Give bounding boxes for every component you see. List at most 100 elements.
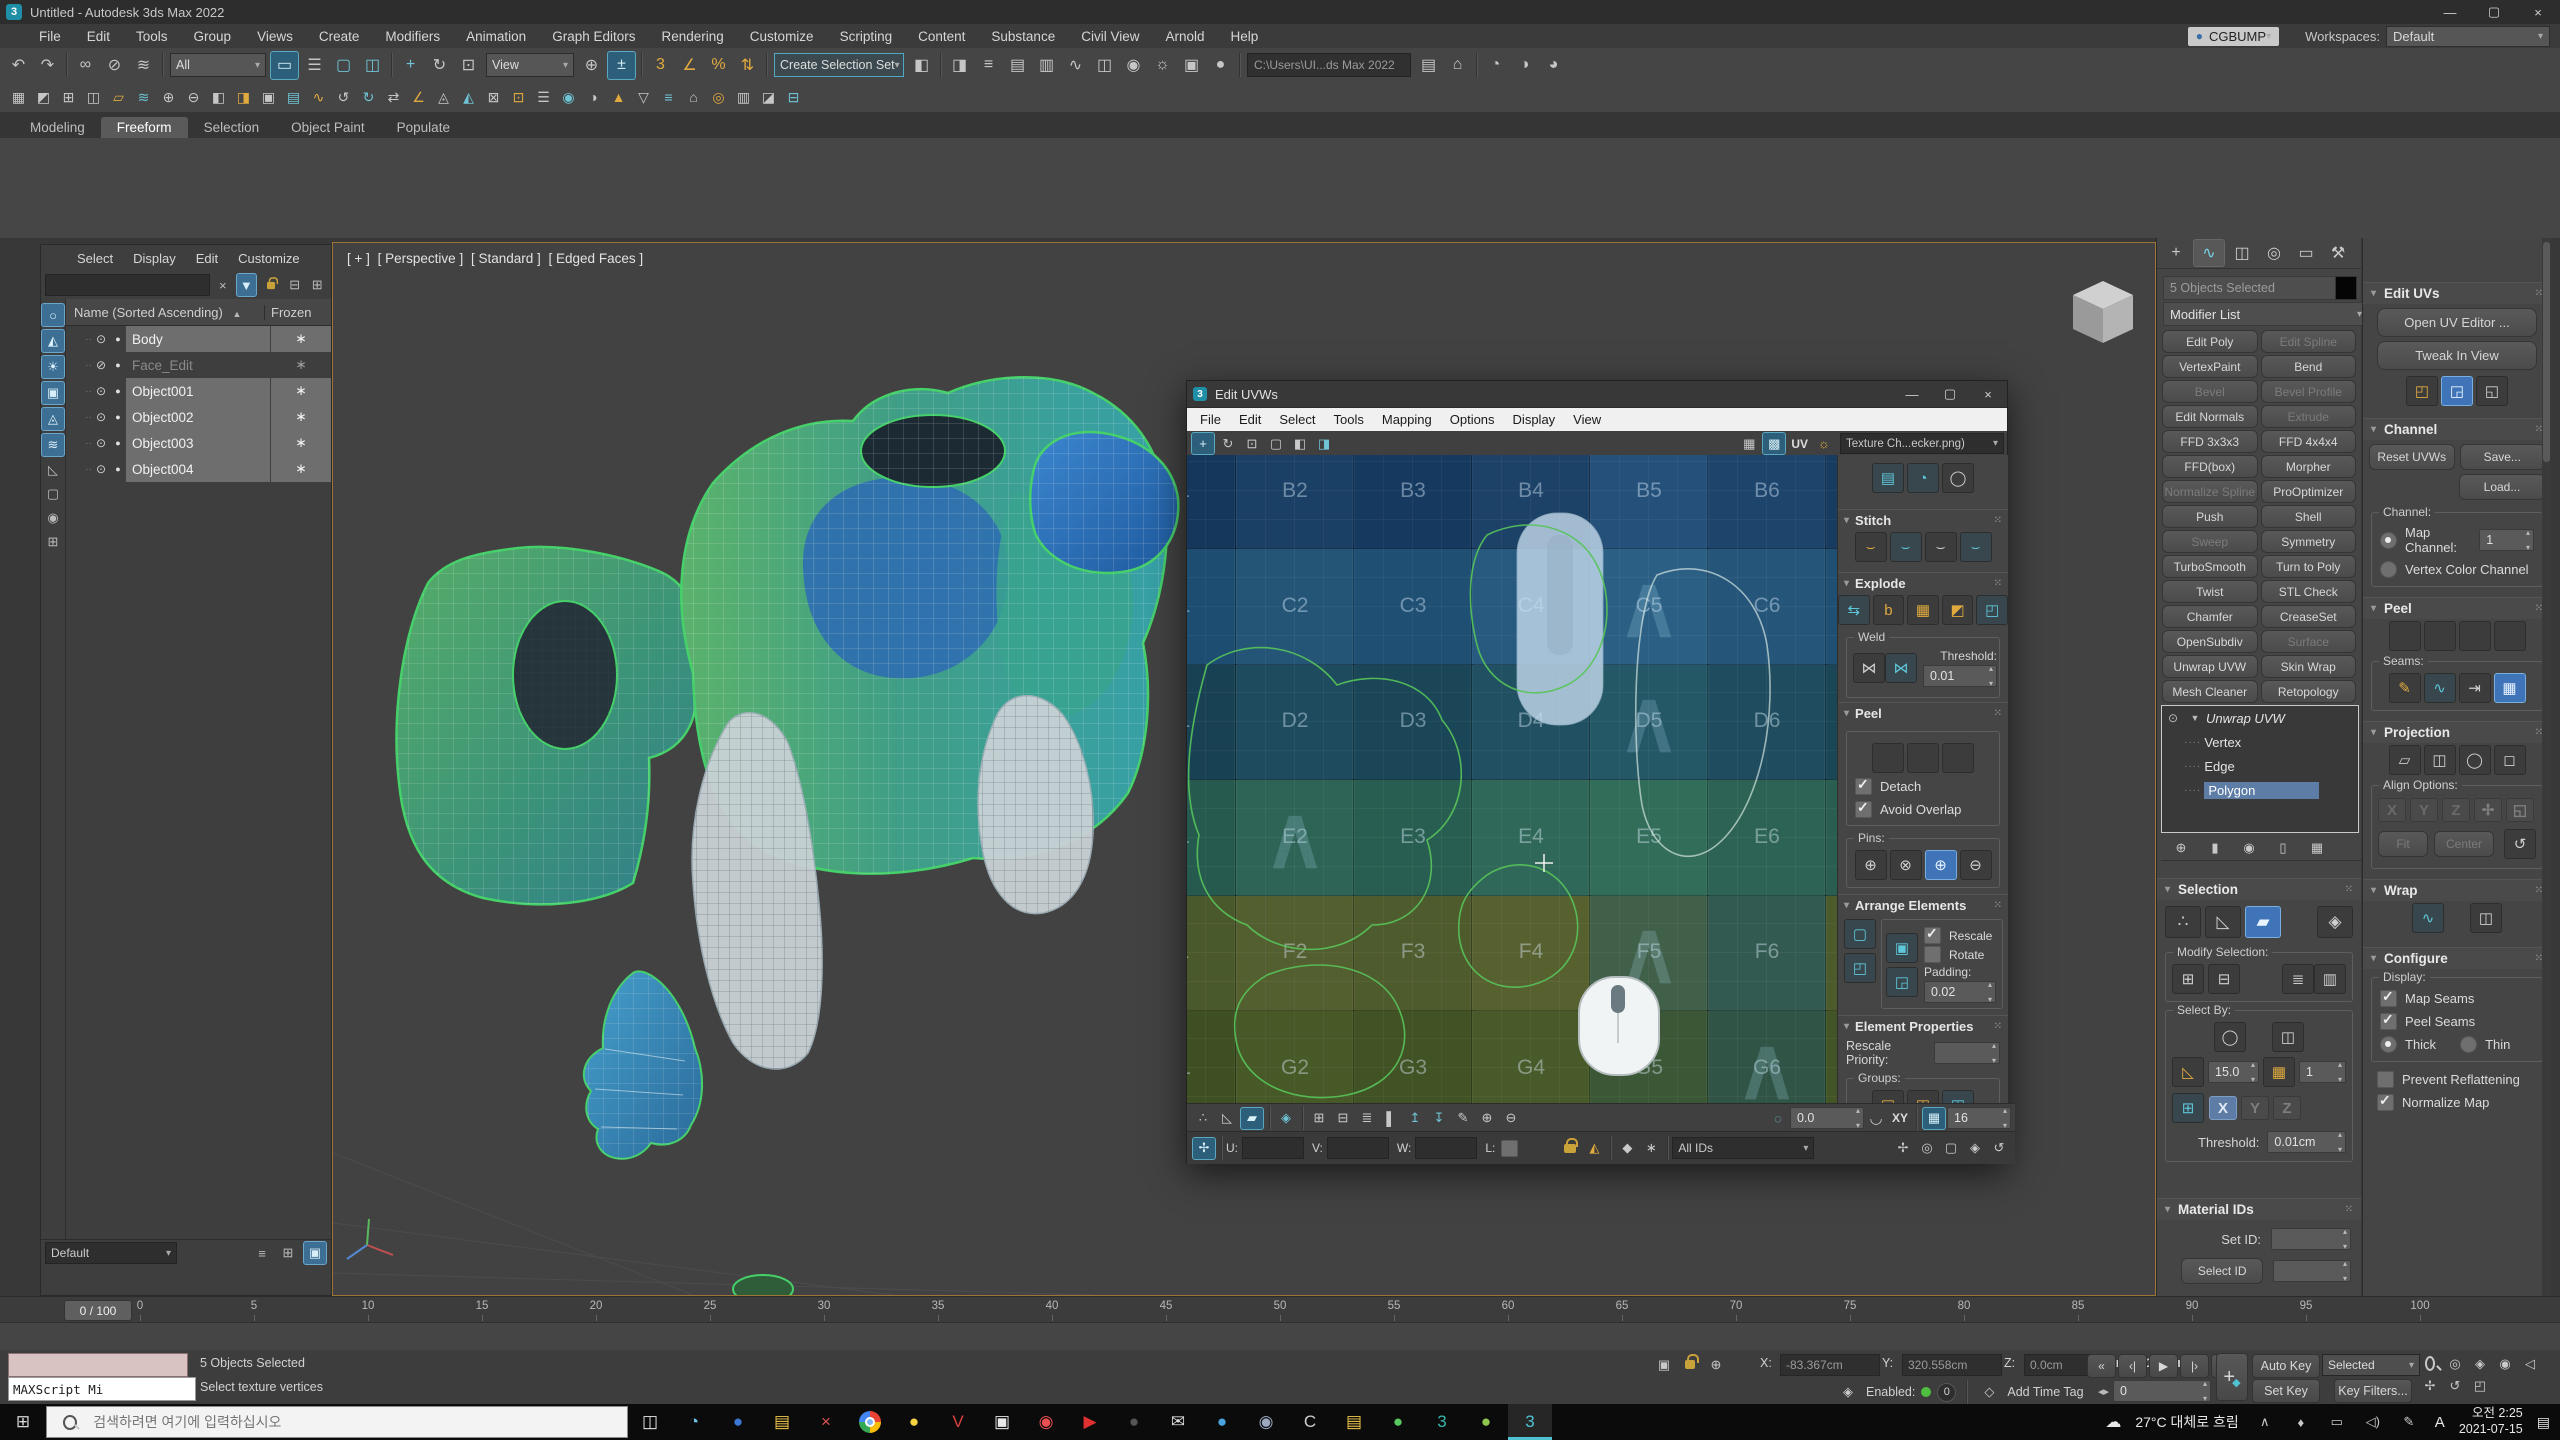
reshape-element[interactable]: ◯ — [1942, 463, 1974, 493]
render-preview[interactable]: ◑ — [1511, 52, 1538, 79]
microphone-icon[interactable]: ♦ — [2290, 1412, 2312, 1433]
selection-filter-dropdown[interactable]: All▾ — [170, 53, 266, 77]
poly-modeling-tool[interactable]: ≡ — [657, 86, 680, 109]
paint-select[interactable]: ✎ — [1452, 1108, 1474, 1129]
modifier-button-shell[interactable]: Shell — [2261, 505, 2357, 528]
minimize-button[interactable]: — — [2428, 0, 2472, 24]
tweak-in-view-button[interactable]: Tweak In View — [2377, 341, 2537, 370]
dialog-menu-tools[interactable]: Tools — [1325, 409, 1373, 431]
filter-shapes[interactable]: ◭ — [41, 329, 65, 353]
object-row-object004[interactable]: ··⊙●Object004∗ — [66, 456, 331, 482]
spline-wrap[interactable]: ∿ — [2412, 903, 2444, 933]
rectangular-selection-region[interactable]: ▢ — [330, 52, 357, 79]
pack-region[interactable]: ◲ — [1886, 967, 1918, 997]
timeline-tick-label[interactable]: 70 — [1730, 1300, 1743, 1312]
transform-typein-icon[interactable]: ✢ — [1192, 1137, 1216, 1160]
timeline-tick-label[interactable]: 100 — [2410, 1300, 2429, 1312]
mirror[interactable]: ◨ — [946, 52, 973, 79]
percent-snap-toggle[interactable]: % — [705, 52, 732, 79]
align-to-view[interactable]: ✢ — [2474, 798, 2502, 822]
timeline-tick-label[interactable]: 90 — [2186, 1300, 2199, 1312]
stitch-rollout-header[interactable]: Stitch — [1838, 509, 2008, 530]
material-ids-rollout-header[interactable]: Material IDs — [2157, 1198, 2361, 1220]
select-ring[interactable]: ▥ — [2314, 964, 2346, 994]
menu-graph-editors[interactable]: Graph Editors — [539, 25, 648, 48]
viewport-menu-plus[interactable]: [ + ] — [347, 251, 370, 266]
dialog-menu-select[interactable]: Select — [1270, 409, 1324, 431]
volume-icon[interactable]: ◁) — [2362, 1412, 2384, 1433]
menu-content[interactable]: Content — [905, 25, 978, 48]
lock-explorer-icon[interactable] — [260, 274, 282, 296]
object-row-object003[interactable]: ··⊙●Object003∗ — [66, 430, 331, 456]
dialog-minimize-button[interactable]: — — [1893, 381, 1931, 407]
tab-modify[interactable]: ∿ — [2193, 239, 2225, 267]
best-align[interactable]: ◱ — [2506, 798, 2534, 822]
matid-spinner[interactable]: 1 — [2299, 1061, 2346, 1083]
snap-settings[interactable]: ↺ — [1988, 1138, 2010, 1159]
texture-dropdown[interactable]: Texture Ch...ecker.png)▾ — [1840, 433, 2004, 454]
poly-modeling-tool[interactable]: ↻ — [357, 86, 380, 109]
thick-seams-radio[interactable] — [2380, 1036, 2397, 1053]
select-loop[interactable]: ≣ — [2282, 964, 2314, 994]
dialog-close-button[interactable]: × — [1969, 381, 2007, 407]
menu-substance[interactable]: Substance — [978, 25, 1068, 48]
modifier-button-creaseset[interactable]: CreaseSet — [2261, 605, 2357, 628]
redo[interactable]: ↷ — [34, 52, 61, 79]
pack-full[interactable]: ▣ — [1886, 933, 1918, 963]
modifier-button-chamfer[interactable]: Chamfer — [2162, 605, 2258, 628]
shrink-selection[interactable]: ⊟ — [1332, 1108, 1354, 1129]
object-name[interactable]: Body — [126, 326, 270, 352]
rescale-priority-spinner[interactable] — [1934, 1042, 2000, 1064]
object-row-body[interactable]: ··⊙●Body∗ — [66, 326, 331, 352]
fov-tool[interactable]: ◁ — [2519, 1353, 2541, 1374]
object-name[interactable]: Object002 — [126, 404, 270, 430]
panel-scrollbar[interactable] — [2542, 238, 2551, 1296]
stack-subobject-edge[interactable]: ····Edge — [2162, 754, 2358, 778]
selection-filter-icon[interactable]: ▼ — [236, 273, 258, 297]
menu-customize[interactable]: Customize — [737, 25, 827, 48]
poly-modeling-tool[interactable]: ⇄ — [382, 86, 405, 109]
menu-tools[interactable]: Tools — [123, 25, 181, 48]
pack-rescale[interactable]: ◰ — [1844, 953, 1876, 983]
hierarchy-view-icon[interactable]: ⊟ — [285, 274, 305, 296]
timeline-tick-label[interactable]: 10 — [362, 1300, 375, 1312]
spherical-map[interactable]: ◯ — [2459, 745, 2491, 775]
edge-to-seam[interactable]: ⇥ — [2459, 673, 2491, 703]
dock-explorer-icon[interactable]: ▣ — [303, 1241, 327, 1265]
absolute-mode-toggle[interactable]: ⊕ — [1705, 1354, 1727, 1375]
object-name[interactable]: Object004 — [126, 456, 270, 482]
app-green[interactable]: ● — [1376, 1404, 1420, 1440]
poly-modeling-tool[interactable]: ▦ — [7, 86, 30, 109]
modifier-button-morpher[interactable]: Morpher — [2261, 455, 2357, 478]
frozen-icon[interactable]: ∗ — [271, 352, 331, 378]
quick-peel[interactable] — [1872, 743, 1904, 773]
unlink-selection[interactable]: ⊘ — [101, 52, 128, 79]
element-properties-rollout-header[interactable]: Element Properties — [1838, 1015, 2008, 1036]
poly-modeling-tool[interactable]: ◧ — [207, 86, 230, 109]
hidden-icons-chevron[interactable]: ∧ — [2254, 1412, 2276, 1433]
uv-scale[interactable]: ⊡ — [1241, 433, 1263, 454]
visibility-eye-icon[interactable]: ⊙ — [92, 436, 110, 450]
filter-bones[interactable]: ◺ — [42, 459, 64, 481]
previous-frame-button[interactable]: ‹| — [2118, 1354, 2147, 1378]
poly-modeling-tool[interactable]: ◨ — [232, 86, 255, 109]
weld-threshold-spinner[interactable]: 0.01 — [1923, 665, 1997, 687]
show-grid-toggle[interactable]: ▦ — [1738, 433, 1760, 454]
menu-views[interactable]: Views — [244, 25, 306, 48]
layer-explorer-toggle[interactable]: ▤ — [1004, 52, 1031, 79]
align-to-axis-toggle[interactable]: ⊞ — [2172, 1093, 2204, 1123]
set-id-spinner[interactable] — [2271, 1228, 2351, 1250]
maximize-viewport-toggle[interactable]: ◰ — [2469, 1375, 2491, 1396]
zoom-extents[interactable]: ◈ — [1964, 1138, 1986, 1159]
prevent-reflattening-checkbox[interactable] — [2377, 1071, 2394, 1088]
maxscript-mini-listener-white[interactable]: MAXScript Mi — [8, 1377, 196, 1401]
filter-selected-faces-icon[interactable]: ◭ — [1583, 1138, 1605, 1159]
tab-display[interactable]: ▭ — [2291, 240, 2321, 266]
menu-modifiers[interactable]: Modifiers — [372, 25, 453, 48]
show-open-edges[interactable]: ◲ — [2441, 376, 2473, 406]
zoom-extents-all[interactable]: ◉ — [2494, 1353, 2516, 1374]
y-coordinate-field[interactable]: 320.558cm — [1902, 1354, 2002, 1376]
timeline-tick-label[interactable]: 40 — [1046, 1300, 1059, 1312]
poly-modeling-tool[interactable]: ◬ — [432, 86, 455, 109]
project-folder-field[interactable]: C:\Users\UI...ds Max 2022 — [1247, 53, 1411, 77]
